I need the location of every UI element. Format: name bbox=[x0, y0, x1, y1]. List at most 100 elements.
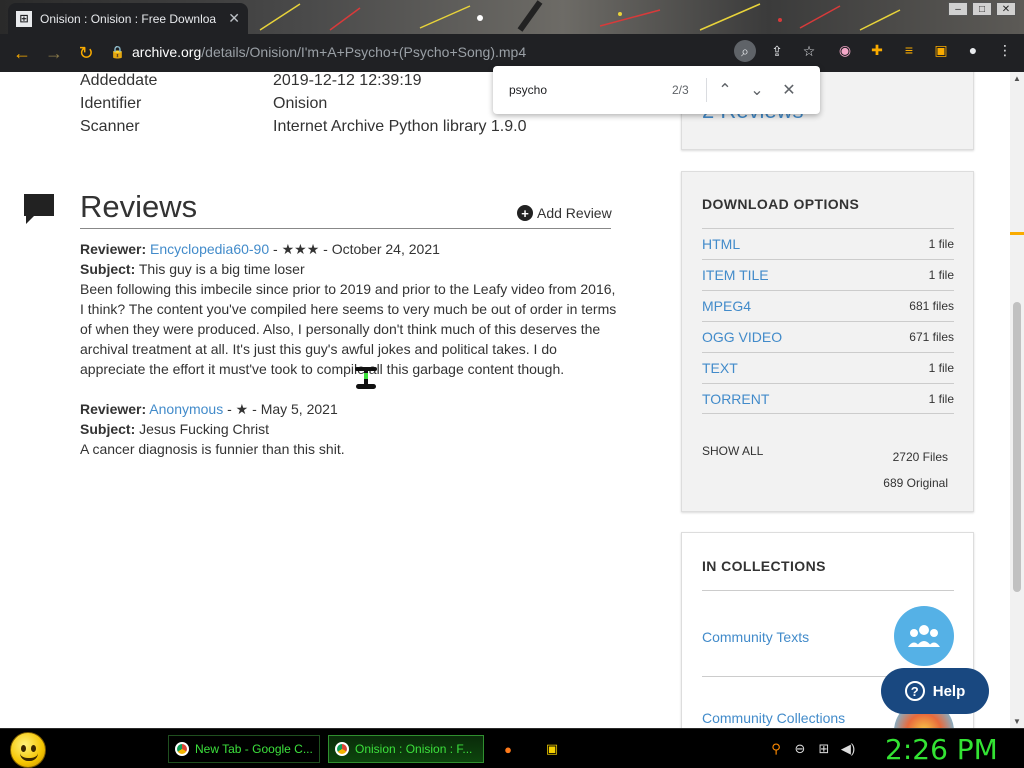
folder-icon[interactable]: ▣ bbox=[544, 741, 560, 757]
taskbar-item-label: Onision : Onision : F... bbox=[355, 742, 473, 756]
page-content: Addeddate 2019-12-12 12:39:19 Identifier… bbox=[0, 72, 1010, 728]
format-link[interactable]: TORRENT bbox=[702, 391, 769, 407]
scroll-down-icon[interactable]: ▼ bbox=[1013, 717, 1021, 726]
format-count: 1 file bbox=[928, 361, 954, 375]
find-previous-icon[interactable]: ⌃ bbox=[715, 80, 735, 100]
search-icon[interactable]: ⚲ bbox=[768, 741, 784, 757]
help-button[interactable]: ? Help bbox=[881, 668, 989, 714]
maximize-button[interactable]: □ bbox=[972, 2, 992, 16]
browser-tab[interactable]: ⊞ Onision : Onision : Free Downloa ✕ bbox=[8, 3, 248, 34]
subject-label: Subject: bbox=[80, 261, 136, 277]
format-count: 681 files bbox=[909, 299, 954, 313]
close-icon[interactable]: ✕ bbox=[228, 10, 240, 27]
scroll-up-icon[interactable]: ▲ bbox=[1013, 74, 1021, 83]
lock-icon: 🔒 bbox=[110, 45, 125, 59]
page-scrollbar[interactable]: ▲ ▼ bbox=[1010, 72, 1024, 728]
review-body: A cancer diagnosis is funnier than this … bbox=[80, 441, 345, 457]
metadata-value: 2019-12-12 12:39:19 bbox=[273, 72, 422, 89]
forward-button[interactable]: → bbox=[38, 37, 70, 69]
format-link[interactable]: TEXT bbox=[702, 360, 738, 376]
find-input[interactable]: psycho bbox=[509, 83, 547, 97]
url-host: archive.org bbox=[132, 44, 202, 60]
menu-icon[interactable]: ⋮ bbox=[994, 39, 1016, 61]
format-count: 1 file bbox=[928, 237, 954, 251]
format-link[interactable]: OGG VIDEO bbox=[702, 329, 782, 345]
reviewer-label: Reviewer: bbox=[80, 401, 147, 417]
review-stars: ★ bbox=[235, 401, 249, 417]
collection-link[interactable]: Community Texts bbox=[702, 629, 809, 645]
metadata-value: Internet Archive Python library 1.9.0 bbox=[273, 118, 527, 135]
share-icon[interactable]: ⇪ bbox=[766, 40, 788, 62]
review-header: Reviewer: Encyclopedia60-90 - ★★★ - Octo… bbox=[80, 241, 440, 257]
reload-button[interactable]: ↻ bbox=[70, 37, 102, 69]
url-text: archive.org/details/Onision/I'm+A+Psycho… bbox=[132, 44, 526, 60]
review-subject: Jesus Fucking Christ bbox=[139, 421, 270, 437]
original-files-count: 689 Original bbox=[883, 476, 948, 490]
download-format-row: TORRENT 1 file bbox=[702, 383, 954, 414]
total-files-count: 2720 Files bbox=[892, 450, 948, 464]
profile-avatar-icon[interactable]: ● bbox=[962, 39, 984, 61]
find-icon[interactable]: ⌕ bbox=[734, 40, 756, 62]
format-link[interactable]: MPEG4 bbox=[702, 298, 751, 314]
address-bar[interactable]: 🔒 archive.org/details/Onision/I'm+A+Psyc… bbox=[110, 37, 820, 67]
speech-bubble-icon bbox=[24, 194, 54, 224]
archive-icon: ⊞ bbox=[16, 10, 32, 27]
network-icon[interactable]: ⊞ bbox=[816, 741, 832, 757]
start-button-smiley-icon[interactable] bbox=[10, 732, 46, 768]
find-in-page-bar: psycho 2/3 ⌃ ⌄ ✕ bbox=[493, 66, 820, 114]
find-next-icon[interactable]: ⌄ bbox=[747, 80, 767, 100]
metadata-key: Addeddate bbox=[80, 72, 158, 89]
show-all-link[interactable]: SHOW ALL bbox=[702, 444, 763, 458]
window-controls: – □ ✕ bbox=[948, 2, 1016, 16]
os-taskbar: New Tab - Google C... Onision : Onision … bbox=[0, 728, 1024, 768]
media-icon[interactable]: ≡ bbox=[898, 39, 920, 61]
chrome-icon bbox=[335, 742, 349, 756]
back-button[interactable]: ← bbox=[6, 37, 38, 69]
download-format-row: MPEG4 681 files bbox=[702, 290, 954, 321]
download-format-list: HTML 1 file ITEM TILE 1 file MPEG4 681 f… bbox=[702, 228, 954, 414]
taskbar-clock: 2:26 PM bbox=[885, 733, 998, 766]
collections-title: IN COLLECTIONS bbox=[702, 558, 826, 574]
metadata-key: Identifier bbox=[80, 95, 142, 112]
close-window-button[interactable]: ✕ bbox=[996, 2, 1016, 16]
add-review-button[interactable]: + Add Review bbox=[517, 205, 612, 221]
download-format-row: OGG VIDEO 671 files bbox=[702, 321, 954, 352]
format-link[interactable]: ITEM TILE bbox=[702, 267, 769, 283]
sidepanel-icon[interactable]: ▣ bbox=[930, 39, 952, 61]
format-link[interactable]: HTML bbox=[702, 236, 740, 252]
taskbar-item[interactable]: New Tab - Google C... bbox=[168, 735, 320, 763]
taskbar-item-active[interactable]: Onision : Onision : F... bbox=[328, 735, 484, 763]
puzzle-extension-icon[interactable]: ✚ bbox=[866, 39, 888, 61]
reviewer-link[interactable]: Encyclopedia60-90 bbox=[150, 241, 269, 257]
review-date: May 5, 2021 bbox=[260, 401, 338, 417]
community-collection-icon[interactable] bbox=[894, 606, 954, 666]
firefox-icon[interactable]: ● bbox=[500, 741, 516, 757]
taskbar-item-label: New Tab - Google C... bbox=[195, 742, 313, 756]
omnibox-actions: ⌕ ⇪ ☆ bbox=[734, 40, 820, 62]
download-format-row: HTML 1 file bbox=[702, 228, 954, 259]
reviews-heading: Reviews bbox=[80, 189, 198, 224]
divider bbox=[706, 78, 707, 102]
collection-link[interactable]: Community Collections bbox=[702, 710, 845, 726]
review-item: Reviewer: Encyclopedia60-90 - ★★★ - Octo… bbox=[80, 239, 620, 379]
find-close-icon[interactable]: ✕ bbox=[779, 80, 799, 100]
bookmark-star-icon[interactable]: ☆ bbox=[798, 40, 820, 62]
add-review-label: Add Review bbox=[537, 205, 612, 221]
metadata-value: Onision bbox=[273, 95, 328, 112]
people-group-icon bbox=[908, 625, 940, 647]
divider bbox=[80, 228, 611, 229]
scroll-thumb[interactable] bbox=[1013, 302, 1021, 592]
tab-title: Onision : Onision : Free Downloa bbox=[40, 11, 217, 26]
question-icon: ? bbox=[904, 681, 925, 701]
reviewer-link[interactable]: Anonymous bbox=[149, 401, 223, 417]
volume-icon[interactable]: ◀) bbox=[840, 741, 856, 757]
update-icon[interactable]: ⊖ bbox=[792, 741, 808, 757]
download-format-row: TEXT 1 file bbox=[702, 352, 954, 383]
extension-icons: ◉ ✚ ≡ ▣ ● ⋮ bbox=[834, 39, 1016, 61]
metadata-row: Addeddate 2019-12-12 12:39:19 bbox=[80, 72, 422, 90]
format-count: 671 files bbox=[909, 330, 954, 344]
plus-circle-icon: + bbox=[517, 205, 533, 221]
flag-extension-icon[interactable]: ◉ bbox=[834, 39, 856, 61]
minimize-button[interactable]: – bbox=[948, 2, 968, 16]
review-date: October 24, 2021 bbox=[331, 241, 440, 257]
